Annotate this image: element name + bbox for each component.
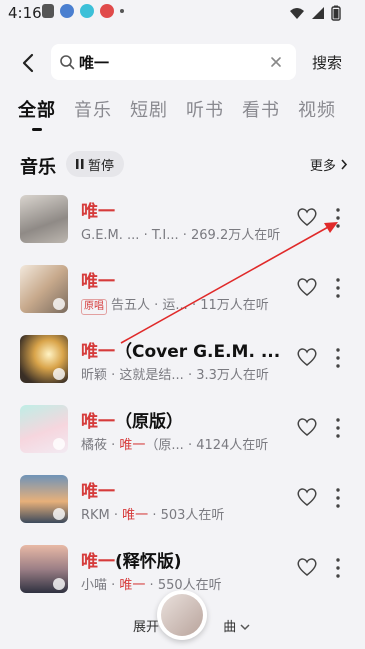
clear-icon[interactable] xyxy=(268,54,284,70)
song-row[interactable]: 唯一 原唱 告五人 · 运... · 11万人在听 xyxy=(0,258,365,318)
song-subtitle: G.E.M. ... · T.I... · 269.2万人在听 xyxy=(81,228,281,243)
tab-all[interactable]: 全部 xyxy=(18,96,56,136)
song-title: 唯一 xyxy=(81,482,115,502)
more-options-icon[interactable] xyxy=(334,277,342,299)
status-notification-icons xyxy=(42,4,124,18)
play-icon xyxy=(53,298,65,310)
song-subtitle: RKM · 唯一 · 503人在听 xyxy=(81,508,225,523)
status-time: 4:16 xyxy=(8,4,42,22)
notification-app-icon xyxy=(42,4,54,18)
battery-icon xyxy=(331,5,341,21)
song-title: 唯一 xyxy=(81,272,115,292)
pause-all-button[interactable]: 暂停 xyxy=(66,151,125,177)
more-options-icon[interactable] xyxy=(334,417,342,439)
like-heart-icon[interactable] xyxy=(296,207,318,227)
more-link[interactable]: 更多 xyxy=(310,155,348,174)
album-cover xyxy=(20,335,68,383)
song-title: 唯一 xyxy=(81,202,115,222)
song-row[interactable]: 唯一 RKM · 唯一 · 503人在听 xyxy=(0,468,365,528)
tab-music[interactable]: 音乐 xyxy=(74,96,112,136)
song-title: 唯一（原版） xyxy=(81,412,183,432)
tab-audiobook[interactable]: 听书 xyxy=(186,96,224,136)
play-icon xyxy=(53,368,65,380)
chevron-right-icon xyxy=(341,159,348,170)
notification-app-icon xyxy=(100,4,114,18)
song-subtitle: 橘莜 · 唯一（原... · 4124人在听 xyxy=(81,438,269,453)
notification-app-icon xyxy=(60,4,74,18)
song-subtitle: 小喵 · 唯一 · 550人在听 xyxy=(81,578,222,593)
floating-player-disc[interactable] xyxy=(157,590,207,640)
original-badge: 原唱 xyxy=(81,299,107,315)
chevron-down-icon xyxy=(240,624,250,631)
section-title: 音乐 xyxy=(20,157,56,178)
like-heart-icon[interactable] xyxy=(296,347,318,367)
tab-video[interactable]: 视频 xyxy=(298,96,336,136)
like-heart-icon[interactable] xyxy=(296,557,318,577)
expand-label-post: 曲 xyxy=(223,620,237,635)
play-icon xyxy=(53,438,65,450)
song-row[interactable]: 唯一（Cover G.E.M. ... 昕颖 · 这就是结... · 3.3万人… xyxy=(0,328,365,388)
notification-app-icon xyxy=(80,4,94,18)
song-subtitle: 原唱 告五人 · 运... · 11万人在听 xyxy=(81,294,269,315)
search-query-text: 唯一 xyxy=(79,54,110,72)
song-subtitle: 昕颖 · 这就是结... · 3.3万人在听 xyxy=(81,368,269,383)
song-row[interactable]: 唯一（原版） 橘莜 · 唯一（原... · 4124人在听 xyxy=(0,398,365,458)
more-options-icon[interactable] xyxy=(334,557,342,579)
search-submit-button[interactable]: 搜索 xyxy=(312,52,342,73)
category-tabs: 全部 音乐 短剧 听书 看书 视频 xyxy=(18,96,336,136)
signal-icon xyxy=(312,7,324,19)
album-cover xyxy=(20,545,68,593)
more-options-icon[interactable] xyxy=(334,207,342,229)
search-row: 唯一 搜索 xyxy=(0,44,365,84)
search-icon xyxy=(60,55,75,70)
more-options-icon[interactable] xyxy=(334,487,342,509)
pause-label: 暂停 xyxy=(88,158,115,174)
tab-short-drama[interactable]: 短剧 xyxy=(130,96,168,136)
back-arrow-icon[interactable] xyxy=(18,52,40,74)
play-icon xyxy=(53,578,65,590)
more-options-icon[interactable] xyxy=(334,347,342,369)
status-system-icons xyxy=(289,5,341,21)
album-cover xyxy=(20,195,68,243)
song-row[interactable]: 唯一(释怀版) 小喵 · 唯一 · 550人在听 xyxy=(0,538,365,598)
play-icon xyxy=(53,508,65,520)
more-label: 更多 xyxy=(309,159,336,174)
now-playing-cover xyxy=(161,594,203,636)
music-section-header: 音乐 暂停 更多 xyxy=(18,150,348,180)
album-cover xyxy=(20,405,68,453)
like-heart-icon[interactable] xyxy=(296,417,318,437)
song-row[interactable]: 唯一 G.E.M. ... · T.I... · 269.2万人在听 xyxy=(0,188,365,248)
wifi-icon xyxy=(290,8,304,19)
expand-label-pre: 展开 xyxy=(133,620,160,635)
notification-dot-icon xyxy=(120,9,124,13)
album-cover xyxy=(20,265,68,313)
like-heart-icon[interactable] xyxy=(296,277,318,297)
tab-reading[interactable]: 看书 xyxy=(242,96,280,136)
album-cover xyxy=(20,475,68,523)
song-title: 唯一(释怀版) xyxy=(81,552,182,572)
song-title: 唯一（Cover G.E.M. ... xyxy=(81,342,281,362)
pause-icon xyxy=(76,159,84,169)
like-heart-icon[interactable] xyxy=(296,487,318,507)
search-input[interactable]: 唯一 xyxy=(51,44,296,80)
status-bar: 4:16 xyxy=(0,0,365,26)
